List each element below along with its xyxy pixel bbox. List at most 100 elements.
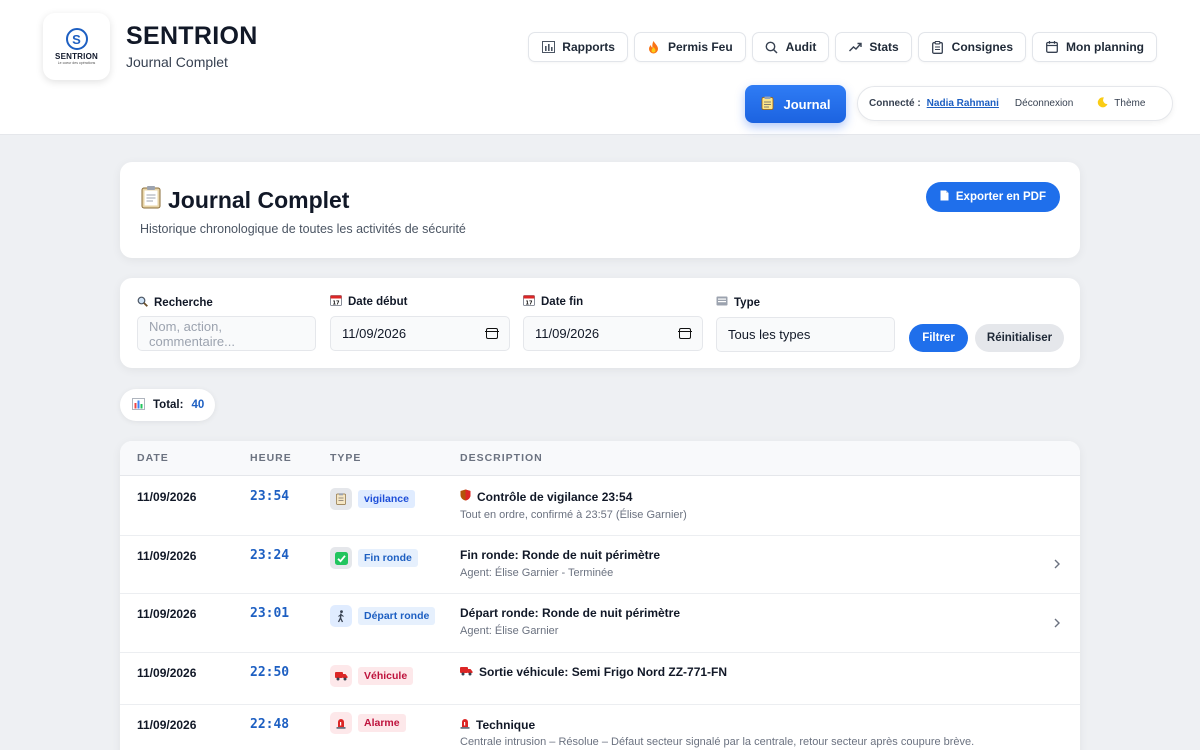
- clipboard-icon: [140, 185, 162, 215]
- row-title-text: Sortie véhicule: Semi Frigo Nord ZZ-771-…: [479, 665, 728, 679]
- row-time: 23:54: [250, 489, 290, 504]
- nav-consignes-button[interactable]: Consignes: [917, 32, 1027, 62]
- type-select[interactable]: Tous les types: [716, 317, 895, 352]
- top-nav: Rapports Permis Feu Audit Stats Consigne…: [528, 32, 1157, 62]
- folder-icon: [716, 296, 728, 309]
- type-badge: vigilance: [358, 490, 415, 508]
- row-type: Fin ronde: [330, 547, 418, 569]
- start-date-label-text: Date début: [348, 295, 408, 308]
- alarm-icon: [330, 712, 352, 734]
- row-date: 11/09/2026: [137, 718, 197, 732]
- calendar-emoji-icon: 17: [523, 294, 535, 309]
- brand-title: SENTRION: [126, 22, 258, 50]
- row-title: Technique: [460, 717, 535, 732]
- nav-rapports-button[interactable]: Rapports: [528, 32, 628, 62]
- svg-text:17: 17: [333, 300, 340, 306]
- total-count: 40: [191, 399, 205, 411]
- nav-label: Rapports: [562, 40, 615, 54]
- reset-button[interactable]: Réinitialiser: [975, 324, 1064, 352]
- nav-permis-feu-button[interactable]: Permis Feu: [633, 32, 746, 62]
- row-title: Sortie véhicule: Semi Frigo Nord ZZ-771-…: [460, 665, 727, 679]
- trend-up-icon: [848, 40, 862, 54]
- type-badge: Alarme: [358, 714, 406, 732]
- row-date: 11/09/2026: [137, 607, 197, 621]
- table-header: DATE HEURE TYPE DESCRIPTION: [120, 441, 1080, 476]
- nav-label: Mon planning: [1066, 40, 1144, 54]
- column-header-date[interactable]: DATE: [137, 452, 169, 464]
- calendar-picker-icon[interactable]: [678, 328, 692, 339]
- journal-button[interactable]: Journal: [745, 85, 846, 123]
- logout-link[interactable]: Déconnexion: [1015, 98, 1073, 109]
- export-pdf-button[interactable]: Exporter en PDF: [925, 182, 1060, 212]
- nav-planning-button[interactable]: Mon planning: [1032, 32, 1157, 62]
- table-row[interactable]: 11/09/2026 23:24 Fin ronde Fin ronde: Ro…: [120, 536, 1080, 594]
- column-header-description[interactable]: DESCRIPTION: [460, 452, 543, 464]
- brand-subtitle: Journal Complet: [126, 54, 228, 70]
- svg-text:17: 17: [526, 300, 533, 306]
- nav-stats-button[interactable]: Stats: [835, 32, 912, 62]
- row-description: Tout en ordre, confirmé à 23:57 (Élise G…: [460, 509, 687, 521]
- nav-label: Permis Feu: [667, 40, 733, 54]
- logo-text: SENTRION: [55, 52, 98, 61]
- row-time: 22:48: [250, 717, 290, 732]
- table-row[interactable]: 11/09/2026 23:54 vigilance Contrôle de v…: [120, 477, 1080, 536]
- search-label: Recherche: [137, 296, 213, 310]
- page-subtitle: Historique chronologique de toutes les a…: [140, 222, 466, 236]
- nav-audit-button[interactable]: Audit: [751, 32, 830, 62]
- row-type: vigilance: [330, 488, 415, 510]
- calendar-emoji-icon: 17: [330, 294, 342, 309]
- walking-icon: [330, 605, 352, 627]
- end-date-input[interactable]: 11/09/2026: [523, 316, 703, 351]
- fire-icon: [647, 40, 661, 54]
- row-time: 23:01: [250, 606, 290, 621]
- filter-button[interactable]: Filtrer: [909, 324, 968, 352]
- table-row[interactable]: 11/09/2026 22:50 Véhicule Sortie véhicul…: [120, 653, 1080, 705]
- logo[interactable]: S SENTRION Le coeur des opérations: [43, 13, 110, 80]
- moon-icon: [1097, 96, 1108, 111]
- type-label: Type: [716, 296, 760, 309]
- end-date-label-text: Date fin: [541, 295, 584, 308]
- table-row[interactable]: 11/09/2026 22:48 Alarme Technique Centra…: [120, 705, 1080, 750]
- row-description: Agent: Élise Garnier - Terminée: [460, 567, 614, 579]
- row-title: Départ ronde: Ronde de nuit périmètre: [460, 606, 680, 620]
- chevron-right-icon[interactable]: [1054, 556, 1060, 572]
- row-date: 11/09/2026: [137, 666, 197, 680]
- clipboard-icon: [761, 96, 774, 113]
- connected-label: Connecté :: [869, 98, 921, 109]
- type-badge: Véhicule: [358, 667, 414, 685]
- row-title-text: Départ ronde: Ronde de nuit périmètre: [460, 606, 681, 620]
- row-title-text: Technique: [476, 717, 536, 732]
- column-header-time[interactable]: HEURE: [250, 452, 292, 464]
- row-title: Fin ronde: Ronde de nuit périmètre: [460, 548, 660, 562]
- truck-icon: [330, 665, 352, 687]
- user-session: Connecté : Nadia Rahmani Déconnexion Thè…: [857, 86, 1173, 121]
- theme-toggle[interactable]: Thème: [1097, 96, 1145, 111]
- type-label-text: Type: [734, 296, 760, 309]
- start-date-value: 11/09/2026: [342, 326, 407, 341]
- logo-mark-icon: S: [65, 28, 88, 50]
- row-description: Centrale intrusion – Résolue – Défaut se…: [460, 736, 975, 748]
- search-label-text: Recherche: [154, 297, 213, 309]
- nav-label: Stats: [869, 40, 899, 54]
- table-row[interactable]: 11/09/2026 23:01 Départ ronde Départ ron…: [120, 594, 1080, 653]
- search-icon: [765, 40, 779, 54]
- logo-tagline: Le coeur des opérations: [57, 61, 96, 65]
- type-badge: Départ ronde: [358, 607, 436, 625]
- calendar-picker-icon[interactable]: [485, 328, 499, 339]
- row-description: Agent: Élise Garnier: [460, 625, 559, 637]
- row-type: Véhicule: [330, 665, 414, 687]
- chevron-right-icon[interactable]: [1054, 615, 1060, 631]
- total-label: Total:: [153, 399, 184, 411]
- user-name-link[interactable]: Nadia Rahmani: [927, 98, 999, 109]
- start-date-input[interactable]: 11/09/2026: [330, 316, 510, 351]
- page-title-text: Journal Complet: [168, 186, 350, 213]
- row-title: Contrôle de vigilance 23:54: [460, 489, 632, 504]
- truck-icon: [460, 665, 473, 679]
- row-date: 11/09/2026: [137, 490, 197, 504]
- page-header-card: Journal Complet Historique chronologique…: [120, 162, 1080, 258]
- end-date-label: 17 Date fin: [523, 294, 583, 309]
- row-time: 22:50: [250, 665, 290, 680]
- search-input[interactable]: Nom, action, commentaire...: [137, 316, 316, 351]
- column-header-type[interactable]: TYPE: [330, 452, 361, 464]
- journal-button-label: Journal: [783, 96, 831, 112]
